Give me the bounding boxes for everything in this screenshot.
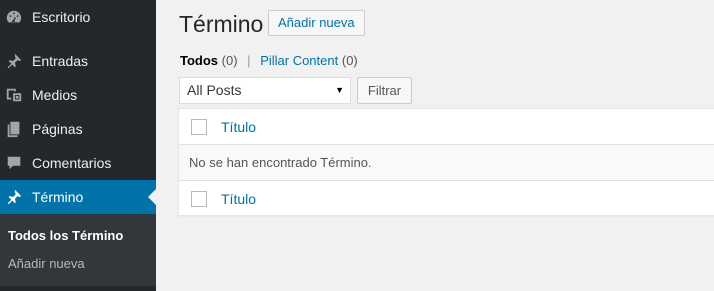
posts-table: Título No se han encontrado Término. Tít… [178, 108, 714, 216]
post-filter-value: All Posts [187, 82, 242, 98]
page-title: Término [179, 11, 264, 37]
dropdown-arrow-icon: ▼ [335, 85, 344, 95]
post-filter-select[interactable]: All Posts ▼ [179, 77, 351, 104]
select-all-checkbox[interactable] [191, 119, 207, 135]
empty-message: No se han encontrado Término. [189, 155, 372, 170]
sidebar-item-label: Páginas [32, 121, 83, 137]
filter-button[interactable]: Filtrar [357, 77, 412, 104]
sidebar-item-paginas[interactable]: Páginas [0, 112, 156, 146]
submenu-item-anadir-nueva[interactable]: Añadir nueva [8, 256, 85, 271]
add-new-button[interactable]: Añadir nueva [268, 10, 365, 36]
pin-icon [4, 187, 24, 207]
sidebar-item-label: Medios [32, 87, 78, 103]
comments-icon [4, 153, 24, 173]
sidebar-item-escritorio[interactable]: Escritorio [0, 0, 156, 34]
table-footer-row: Título [179, 180, 714, 216]
view-filters: Todos (0) | Pillar Content (0) [180, 53, 358, 68]
sidebar-item-comentarios[interactable]: Comentarios [0, 146, 156, 180]
view-all-count: (0) [221, 53, 238, 68]
sidebar-item-entradas[interactable]: Entradas [0, 44, 156, 78]
table-header-row: Título [179, 109, 714, 145]
view-pillar-link[interactable]: Pillar Content [260, 53, 338, 68]
pages-icon [4, 119, 24, 139]
sidebar-item-label: Término [32, 189, 84, 205]
sidebar-item-medios[interactable]: Medios [0, 78, 156, 112]
pin-icon [4, 51, 24, 71]
media-icon [4, 85, 24, 105]
sidebar-item-label: Escritorio [32, 9, 91, 25]
sidebar-item-label: Comentarios [32, 155, 112, 171]
table-row: No se han encontrado Término. [179, 145, 714, 180]
submenu-item-todos[interactable]: Todos los Término [8, 228, 123, 243]
title-column-header[interactable]: Título [221, 119, 256, 135]
sidebar-item-termino[interactable]: Término [0, 180, 156, 214]
admin-sidebar: Escritorio Entradas Medios Páginas Comen… [0, 0, 156, 291]
view-all-label[interactable]: Todos [180, 53, 218, 68]
title-column-footer[interactable]: Título [221, 191, 256, 207]
select-all-checkbox-footer[interactable] [191, 191, 207, 207]
sidebar-submenu: Todos los Término Añadir nueva [0, 214, 156, 286]
view-pillar-count: (0) [341, 53, 358, 68]
dashboard-icon [4, 7, 24, 27]
sidebar-item-label: Entradas [32, 53, 89, 69]
view-separator: | [247, 53, 251, 68]
